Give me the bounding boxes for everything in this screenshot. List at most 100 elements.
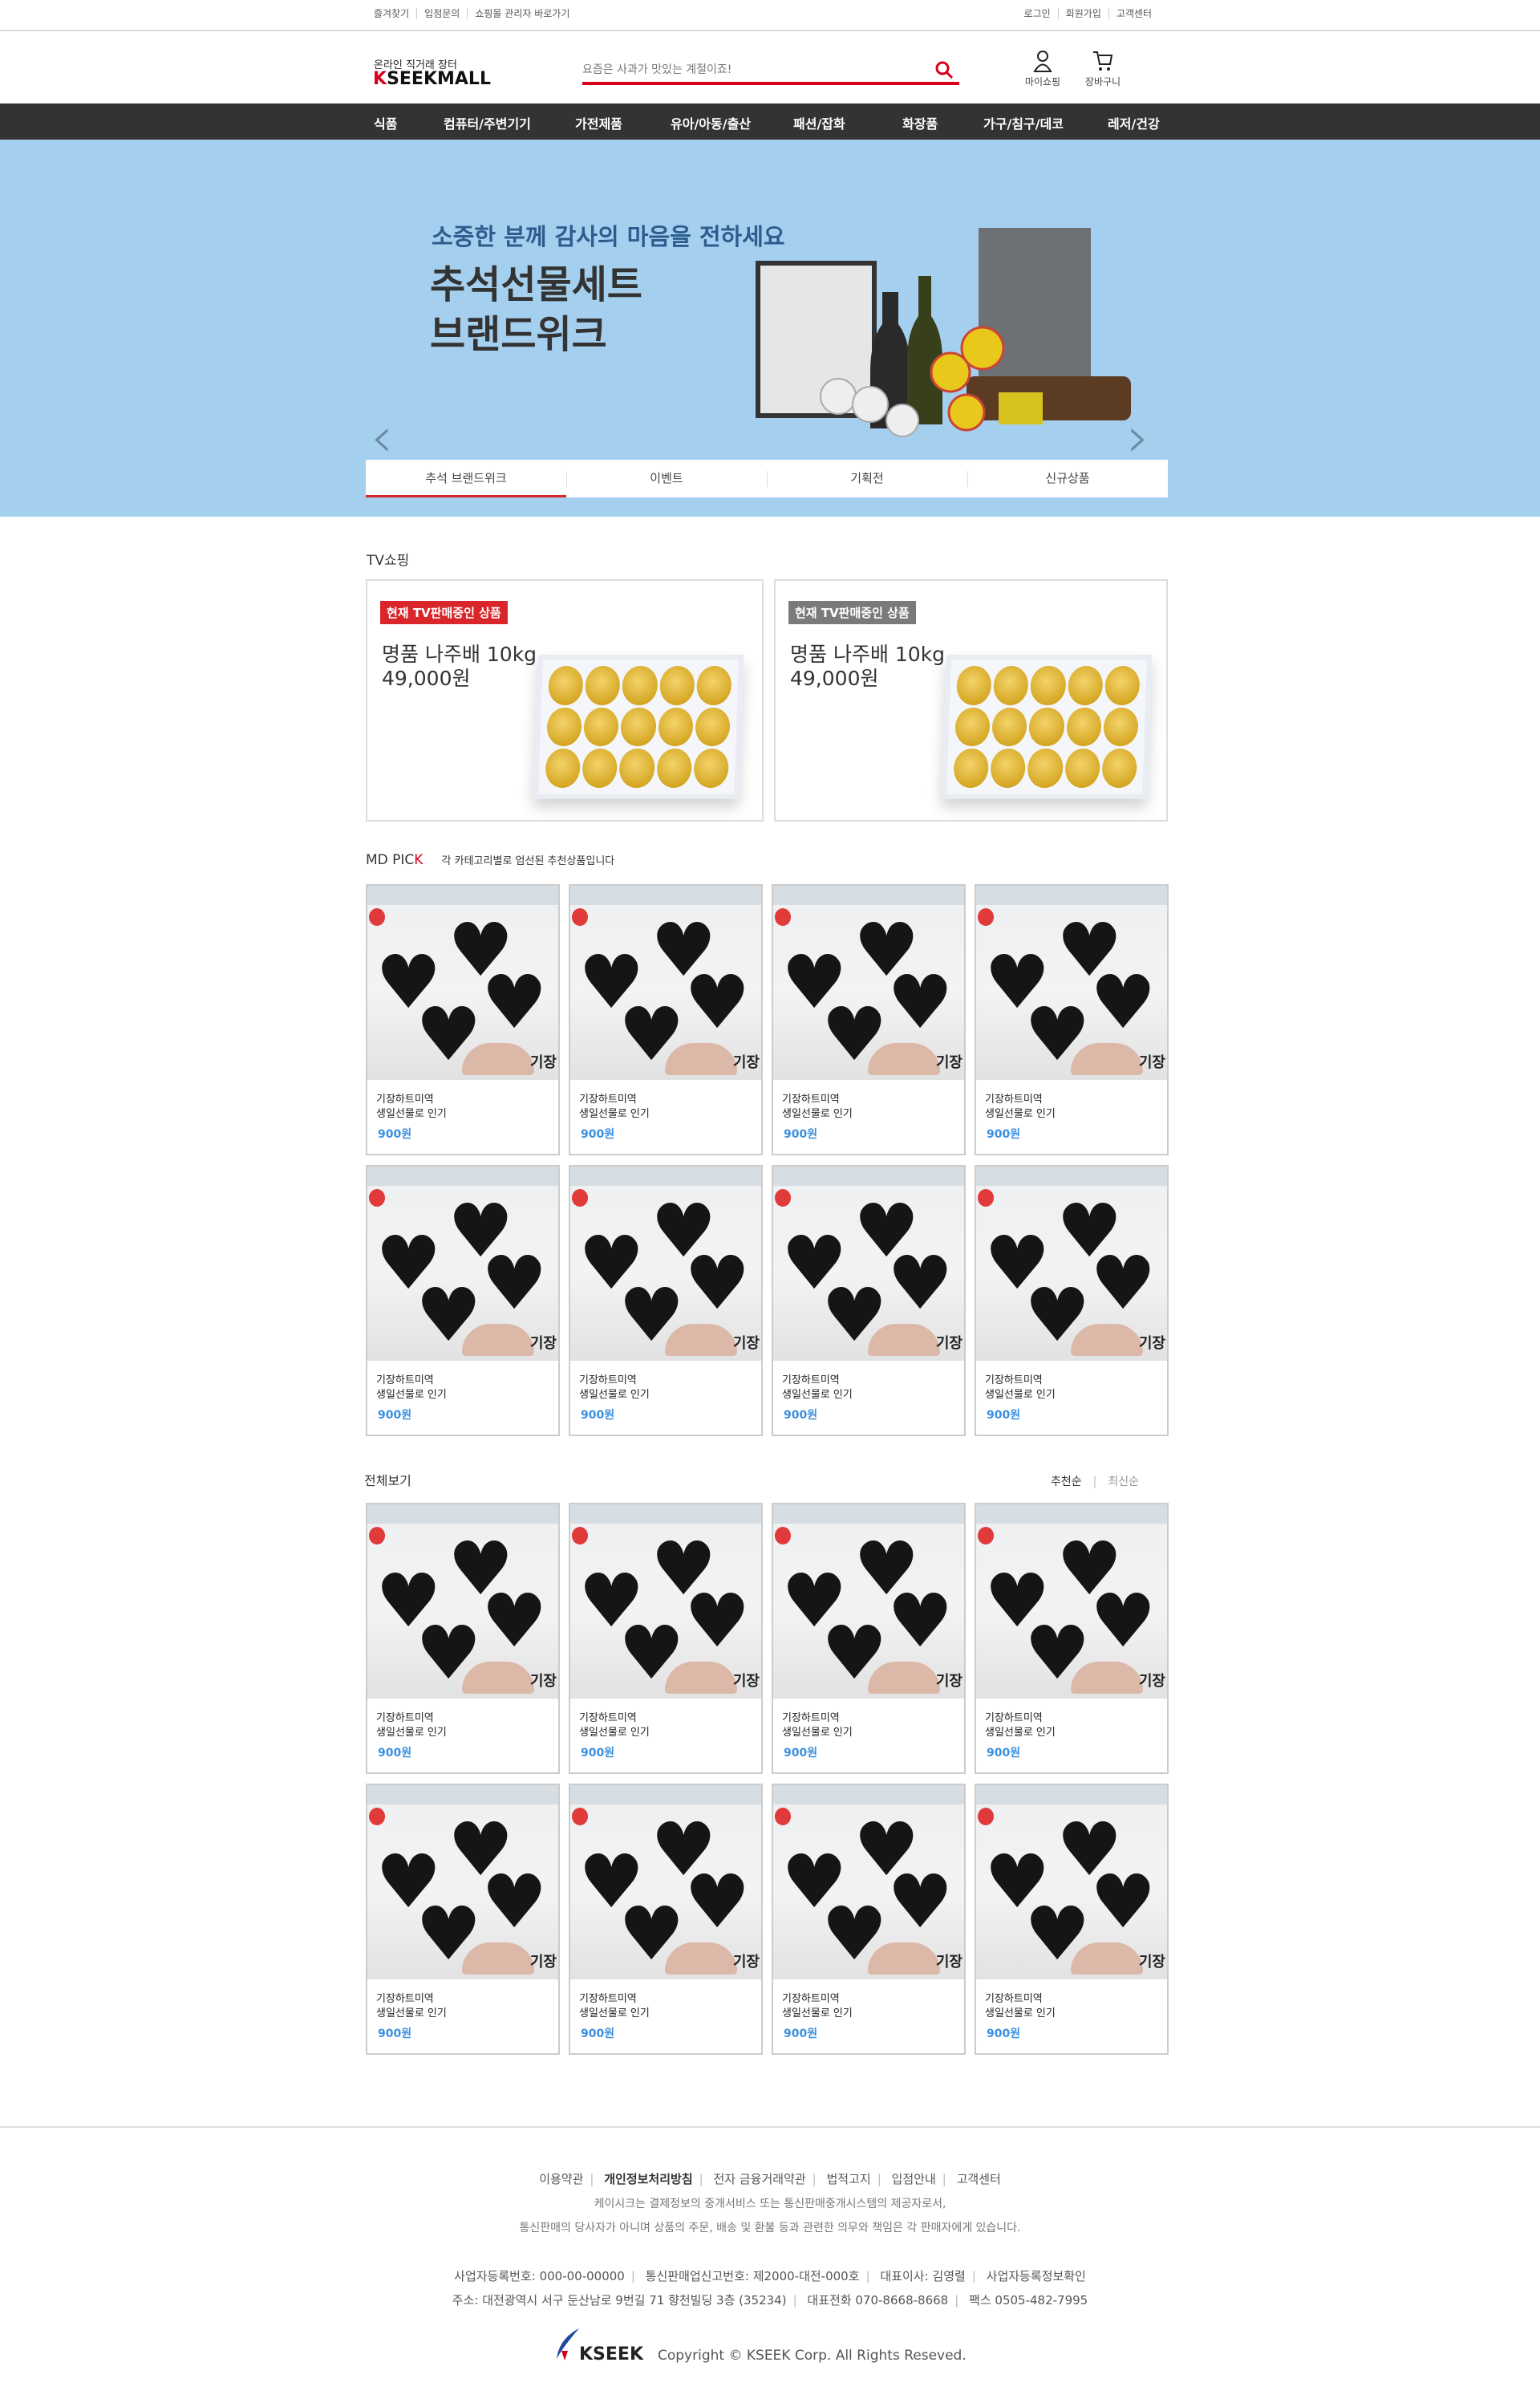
pear: [546, 707, 583, 747]
product-card[interactable]: ♥ ♥ ♥ ♥ 기장 기장하트미역 생일선물로 인기 900원: [975, 1165, 1169, 1436]
business-info-check-link[interactable]: 사업자등록정보확인: [987, 2269, 1086, 2283]
fax: 팩스 0505-482-7995: [969, 2293, 1088, 2308]
shell: [868, 1043, 940, 1075]
seller-inquiry-link[interactable]: 입점문의: [416, 8, 467, 19]
product-name-line1: 기장하트미역: [376, 1712, 434, 1724]
tv-product-card[interactable]: 현재 TV판매중인 상품 명품 나주배 10kg 49,000원: [774, 579, 1168, 822]
product-name-line2: 생일선물로 인기: [985, 1727, 1056, 1739]
nav-cosmetics[interactable]: 화장품: [902, 113, 938, 132]
sort-recommended[interactable]: 추천순: [1051, 1475, 1082, 1488]
product-image: ♥ ♥ ♥ ♥ 기장: [773, 1785, 964, 1979]
admin-link[interactable]: 쇼핑몰 관리자 바로가기: [467, 8, 577, 19]
my-shopping-button[interactable]: 마이쇼핑: [1019, 50, 1067, 88]
product-image: ♥ ♥ ♥ ♥ 기장: [976, 1785, 1167, 1979]
nav-furniture[interactable]: 가구/침구/데코: [983, 113, 1064, 132]
product-price: 900원: [581, 2027, 615, 2040]
nav-baby[interactable]: 유아/아동/출산: [671, 113, 751, 132]
product-card[interactable]: ♥ ♥ ♥ ♥ 기장 기장하트미역 생일선물로 인기 900원: [772, 884, 966, 1155]
address: 주소: 대전광역시 서구 둔산남로 9번길 71 향천빌딩 3층 (35234): [452, 2293, 787, 2308]
product-image: ♥ ♥ ♥ ♥ 기장: [367, 886, 558, 1080]
pear: [1030, 666, 1067, 705]
signup-link[interactable]: 회원가입: [1057, 8, 1108, 19]
search-input[interactable]: [582, 58, 919, 82]
brand-mark: 기장: [1138, 1054, 1165, 1071]
tab-special[interactable]: 기획전: [767, 460, 967, 497]
pear: [953, 749, 990, 788]
tv-product-card[interactable]: 현재 TV판매중인 상품 명품 나주배 10kg 49,000원: [366, 579, 764, 822]
product-card[interactable]: ♥ ♥ ♥ ♥ 기장 기장하트미역 생일선물로 인기 900원: [366, 1503, 560, 1774]
footer-contact-info: 주소: 대전광역시 서구 둔산남로 9번길 71 향천빌딩 3층 (35234)…: [452, 2293, 1088, 2308]
product-name-line1: 기장하트미역: [376, 1374, 434, 1386]
user-icon: [1033, 51, 1052, 72]
heart-seaweed: ♥: [887, 1240, 954, 1326]
shell: [1071, 1043, 1143, 1075]
footer-seller-link[interactable]: 입점안내: [892, 2172, 936, 2186]
nav-computer[interactable]: 컴퓨터/주변기기: [444, 113, 531, 132]
md-pick-desc: 각 카테고리별로 엄선된 추천상품입니다: [441, 855, 615, 867]
search-icon[interactable]: [934, 59, 954, 80]
product-name-line2: 생일선물로 인기: [579, 1108, 650, 1120]
bookmark-link[interactable]: 즐겨찾기: [374, 8, 416, 19]
tab-event[interactable]: 이벤트: [566, 460, 767, 497]
product-card[interactable]: ♥ ♥ ♥ ♥ 기장 기장하트미역 생일선물로 인기 900원: [569, 1165, 763, 1436]
shell: [665, 1043, 737, 1075]
product-card[interactable]: ♥ ♥ ♥ ♥ 기장 기장하트미역 생일선물로 인기 900원: [569, 884, 763, 1155]
product-image: ♥ ♥ ♥ ♥ 기장: [773, 1167, 964, 1361]
footer-legal-link[interactable]: 법적고지: [827, 2172, 871, 2186]
product-image: ♥ ♥ ♥ ♥ 기장: [570, 1167, 761, 1361]
product-image: ♥ ♥ ♥ ♥ 기장: [773, 1504, 964, 1699]
product-name-line2: 생일선물로 인기: [985, 2007, 1056, 2019]
product-card[interactable]: ♥ ♥ ♥ ♥ 기장 기장하트미역 생일선물로 인기 900원: [772, 1784, 966, 2055]
my-shopping-label: 마이쇼핑: [1024, 76, 1061, 87]
cart-button[interactable]: 장바구니: [1079, 50, 1127, 88]
footer-terms-link[interactable]: 이용약관: [539, 2172, 583, 2186]
sort-newest[interactable]: 최신순: [1108, 1475, 1139, 1488]
kseek-logo: KSEEK: [555, 2327, 643, 2365]
brand-mark: 기장: [732, 1954, 760, 1971]
pear: [583, 707, 620, 747]
product-card[interactable]: ♥ ♥ ♥ ♥ 기장 기장하트미역 생일선물로 인기 900원: [366, 884, 560, 1155]
product-name-line1: 기장하트미역: [985, 1993, 1043, 2005]
product-card[interactable]: ♥ ♥ ♥ ♥ 기장 기장하트미역 생일선물로 인기 900원: [569, 1784, 763, 2055]
banner-subtitle: 소중한 분께 감사의 마음을 전하세요: [432, 223, 785, 250]
shell: [868, 1324, 940, 1356]
footer-efinance-link[interactable]: 전자 금융거래약관: [713, 2172, 805, 2186]
login-link[interactable]: 로그인: [1024, 8, 1058, 19]
pear: [1101, 749, 1138, 788]
pear: [1028, 707, 1065, 747]
product-name: 기장하트미역생일선물로 인기: [985, 1992, 1056, 2021]
pear: [1064, 749, 1100, 788]
product-card[interactable]: ♥ ♥ ♥ ♥ 기장 기장하트미역 생일선물로 인기 900원: [975, 1503, 1169, 1774]
nav-fashion[interactable]: 패션/잡화: [793, 113, 845, 132]
footer-privacy-link[interactable]: 개인정보처리방침: [604, 2172, 692, 2186]
nav-food[interactable]: 식품: [374, 113, 397, 132]
pear: [1065, 707, 1102, 747]
product-card[interactable]: ♥ ♥ ♥ ♥ 기장 기장하트미역 생일선물로 인기 900원: [772, 1165, 966, 1436]
product-card[interactable]: ♥ ♥ ♥ ♥ 기장 기장하트미역 생일선물로 인기 900원: [975, 884, 1169, 1155]
heart-seaweed: ♥: [1090, 1240, 1157, 1326]
site-logo[interactable]: KSEEKMALL: [373, 69, 491, 89]
product-card[interactable]: ♥ ♥ ♥ ♥ 기장 기장하트미역 생일선물로 인기 900원: [366, 1165, 560, 1436]
product-name-line2: 생일선물로 인기: [782, 1108, 853, 1120]
brand-mark: 기장: [1138, 1335, 1165, 1352]
product-card[interactable]: ♥ ♥ ♥ ♥ 기장 기장하트미역 생일선물로 인기 900원: [975, 1784, 1169, 2055]
product-image: ♥ ♥ ♥ ♥ 기장: [773, 886, 964, 1080]
product-name-line2: 생일선물로 인기: [376, 1108, 447, 1120]
product-card[interactable]: ♥ ♥ ♥ ♥ 기장 기장하트미역 생일선물로 인기 900원: [366, 1784, 560, 2055]
tab-new[interactable]: 신규상품: [967, 460, 1168, 497]
product-name: 기장하트미역 생일선물로 인기: [376, 1374, 447, 1402]
all-products-grid: ♥ ♥ ♥ ♥ 기장 기장하트미역 생일선물로 인기 900원 ♥ ♥ ♥ ♥ 기…: [366, 1503, 1169, 2055]
product-card[interactable]: ♥ ♥ ♥ ♥ 기장 기장하트미역 생일선물로 인기 900원: [569, 1503, 763, 1774]
nav-leisure[interactable]: 레저/건강: [1108, 113, 1160, 132]
footer-cs-link[interactable]: 고객센터: [957, 2172, 1001, 2186]
on-air-badge: 현재 TV판매중인 상품: [788, 601, 916, 624]
pear-box-image: [533, 655, 744, 799]
product-image: ♥ ♥ ♥ ♥ 기장: [367, 1785, 558, 1979]
brand-mark: 기장: [732, 1054, 760, 1071]
nav-appliances[interactable]: 가전제품: [575, 113, 622, 132]
pear: [1027, 749, 1064, 788]
product-card[interactable]: ♥ ♥ ♥ ♥ 기장 기장하트미역 생일선물로 인기 900원: [772, 1503, 966, 1774]
customer-center-link[interactable]: 고객센터: [1108, 8, 1159, 19]
tab-brandweek[interactable]: 추석 브랜드위크: [366, 460, 566, 497]
pear: [545, 749, 582, 788]
